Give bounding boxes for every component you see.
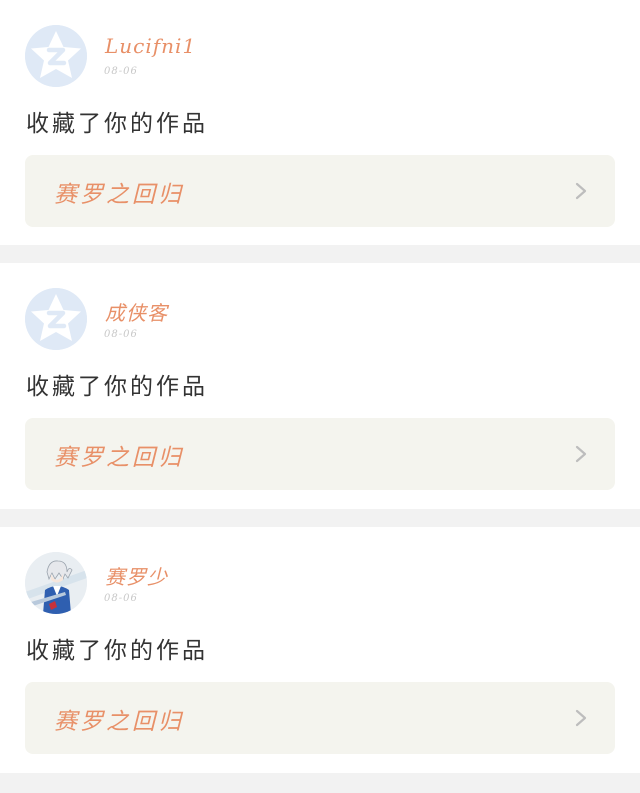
anime-character-avatar [25, 552, 87, 614]
username[interactable]: 赛罗少 [105, 561, 168, 590]
notification-card: 赛罗少 08-06 收藏了你的作品 赛罗之回归 [0, 527, 640, 773]
work-link[interactable]: 赛罗之回归 [25, 418, 615, 490]
work-link[interactable]: 赛罗之回归 [25, 682, 615, 754]
timestamp: 08-06 [104, 66, 138, 77]
timestamp: 08-06 [104, 329, 138, 340]
work-title: 赛罗之回归 [54, 709, 184, 735]
chevron-right-icon [575, 709, 587, 727]
user-avatar[interactable] [25, 552, 87, 614]
action-text: 收藏了你的作品 [26, 638, 208, 664]
work-title: 赛罗之回归 [54, 182, 184, 208]
username[interactable]: 成侠客 [105, 297, 168, 326]
timestamp: 08-06 [104, 593, 138, 604]
notification-card: Lucifni1 08-06 收藏了你的作品 赛罗之回归 [0, 0, 640, 245]
work-title: 赛罗之回归 [54, 445, 184, 471]
username[interactable]: Lucifni1 [105, 34, 196, 58]
chevron-right-icon [575, 182, 587, 200]
notification-feed: Lucifni1 08-06 收藏了你的作品 赛罗之回归 成侠客 08-06 收… [0, 0, 640, 793]
qq-default-avatar-icon [25, 25, 87, 87]
user-avatar[interactable] [25, 25, 87, 87]
action-text: 收藏了你的作品 [26, 111, 208, 137]
user-avatar[interactable] [25, 288, 87, 350]
work-link[interactable]: 赛罗之回归 [25, 155, 615, 227]
notification-card: 成侠客 08-06 收藏了你的作品 赛罗之回归 [0, 263, 640, 509]
chevron-right-icon [575, 445, 587, 463]
action-text: 收藏了你的作品 [26, 374, 208, 400]
qq-default-avatar-icon [25, 288, 87, 350]
